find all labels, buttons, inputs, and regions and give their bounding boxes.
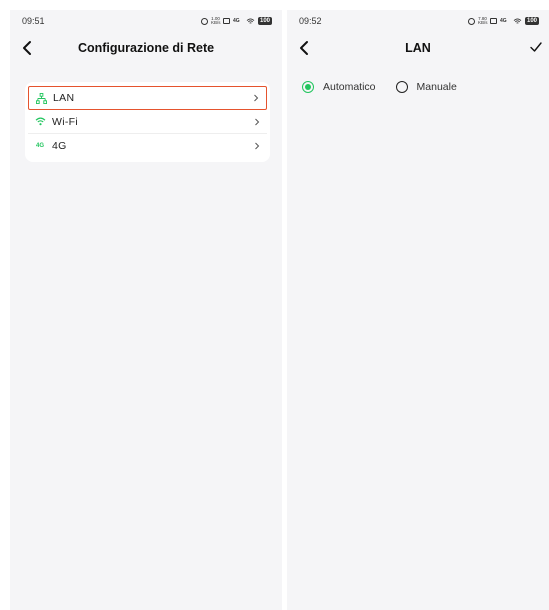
wifi-status-icon [246,17,255,24]
network-config-screen: 09:51 1.00 KB/s 4G 100 Configurazione di… [10,10,282,610]
list-item-lan[interactable]: LAN [28,86,267,110]
wifi-icon [34,116,46,128]
status-time: 09:51 [22,16,45,26]
status-icons: 1.00 KB/s 4G 100 [200,16,272,25]
confirm-check-icon[interactable] [529,40,543,54]
nfc-icon [489,18,497,24]
chevron-right-icon [255,118,260,125]
page-title: Configurazione di Rete [77,41,215,55]
radio-manuale[interactable]: Manuale [395,81,457,93]
radio-unchecked-icon[interactable] [395,81,408,93]
nav-bar: LAN [287,32,549,64]
page-title: LAN [405,41,431,55]
radio-label: Automatico [323,81,376,93]
chevron-right-icon [255,142,260,150]
battery-icon: 100 [524,17,539,25]
status-time: 09:52 [299,16,322,26]
list-item-label: Wi-Fi [52,115,78,128]
chevron-right-icon [254,94,259,102]
back-arrow-icon[interactable] [20,40,36,56]
ip-mode-radio-group: Automatico Manuale [287,64,549,93]
cellular-signal-icon: 4G [499,17,507,24]
network-options-list: LAN Wi-Fi 4G 4G [25,82,270,162]
status-icons: 7.80 KB/s 4G 100 [467,16,539,25]
network-speed: 7.80 KB/s [477,16,488,25]
battery-icon: 100 [257,17,272,25]
nav-bar: Configurazione di Rete [10,32,282,64]
alarm-icon [467,17,475,25]
status-bar: 09:52 7.80 KB/s 4G 100 [287,10,549,32]
radio-automatico[interactable]: Automatico [302,81,376,93]
list-item-wifi[interactable]: Wi-Fi [28,110,267,134]
radio-checked-icon[interactable] [302,81,314,93]
wifi-status-icon [513,17,522,24]
status-bar: 09:51 1.00 KB/s 4G 100 [10,10,282,32]
lan-icon [35,92,47,104]
4g-icon: 4G [35,143,44,149]
alarm-icon [200,17,208,25]
network-speed: 1.00 KB/s [210,16,221,25]
list-item-label: 4G [52,140,67,152]
back-arrow-icon[interactable] [297,40,313,56]
list-item-4g[interactable]: 4G 4G [28,134,267,158]
radio-label: Manuale [416,81,457,93]
nfc-icon [222,18,230,24]
cellular-signal-icon: 4G [232,17,240,24]
list-item-label: LAN [53,92,75,104]
lan-settings-screen: 09:52 7.80 KB/s 4G 100 LAN Automatico Ma… [287,10,549,610]
